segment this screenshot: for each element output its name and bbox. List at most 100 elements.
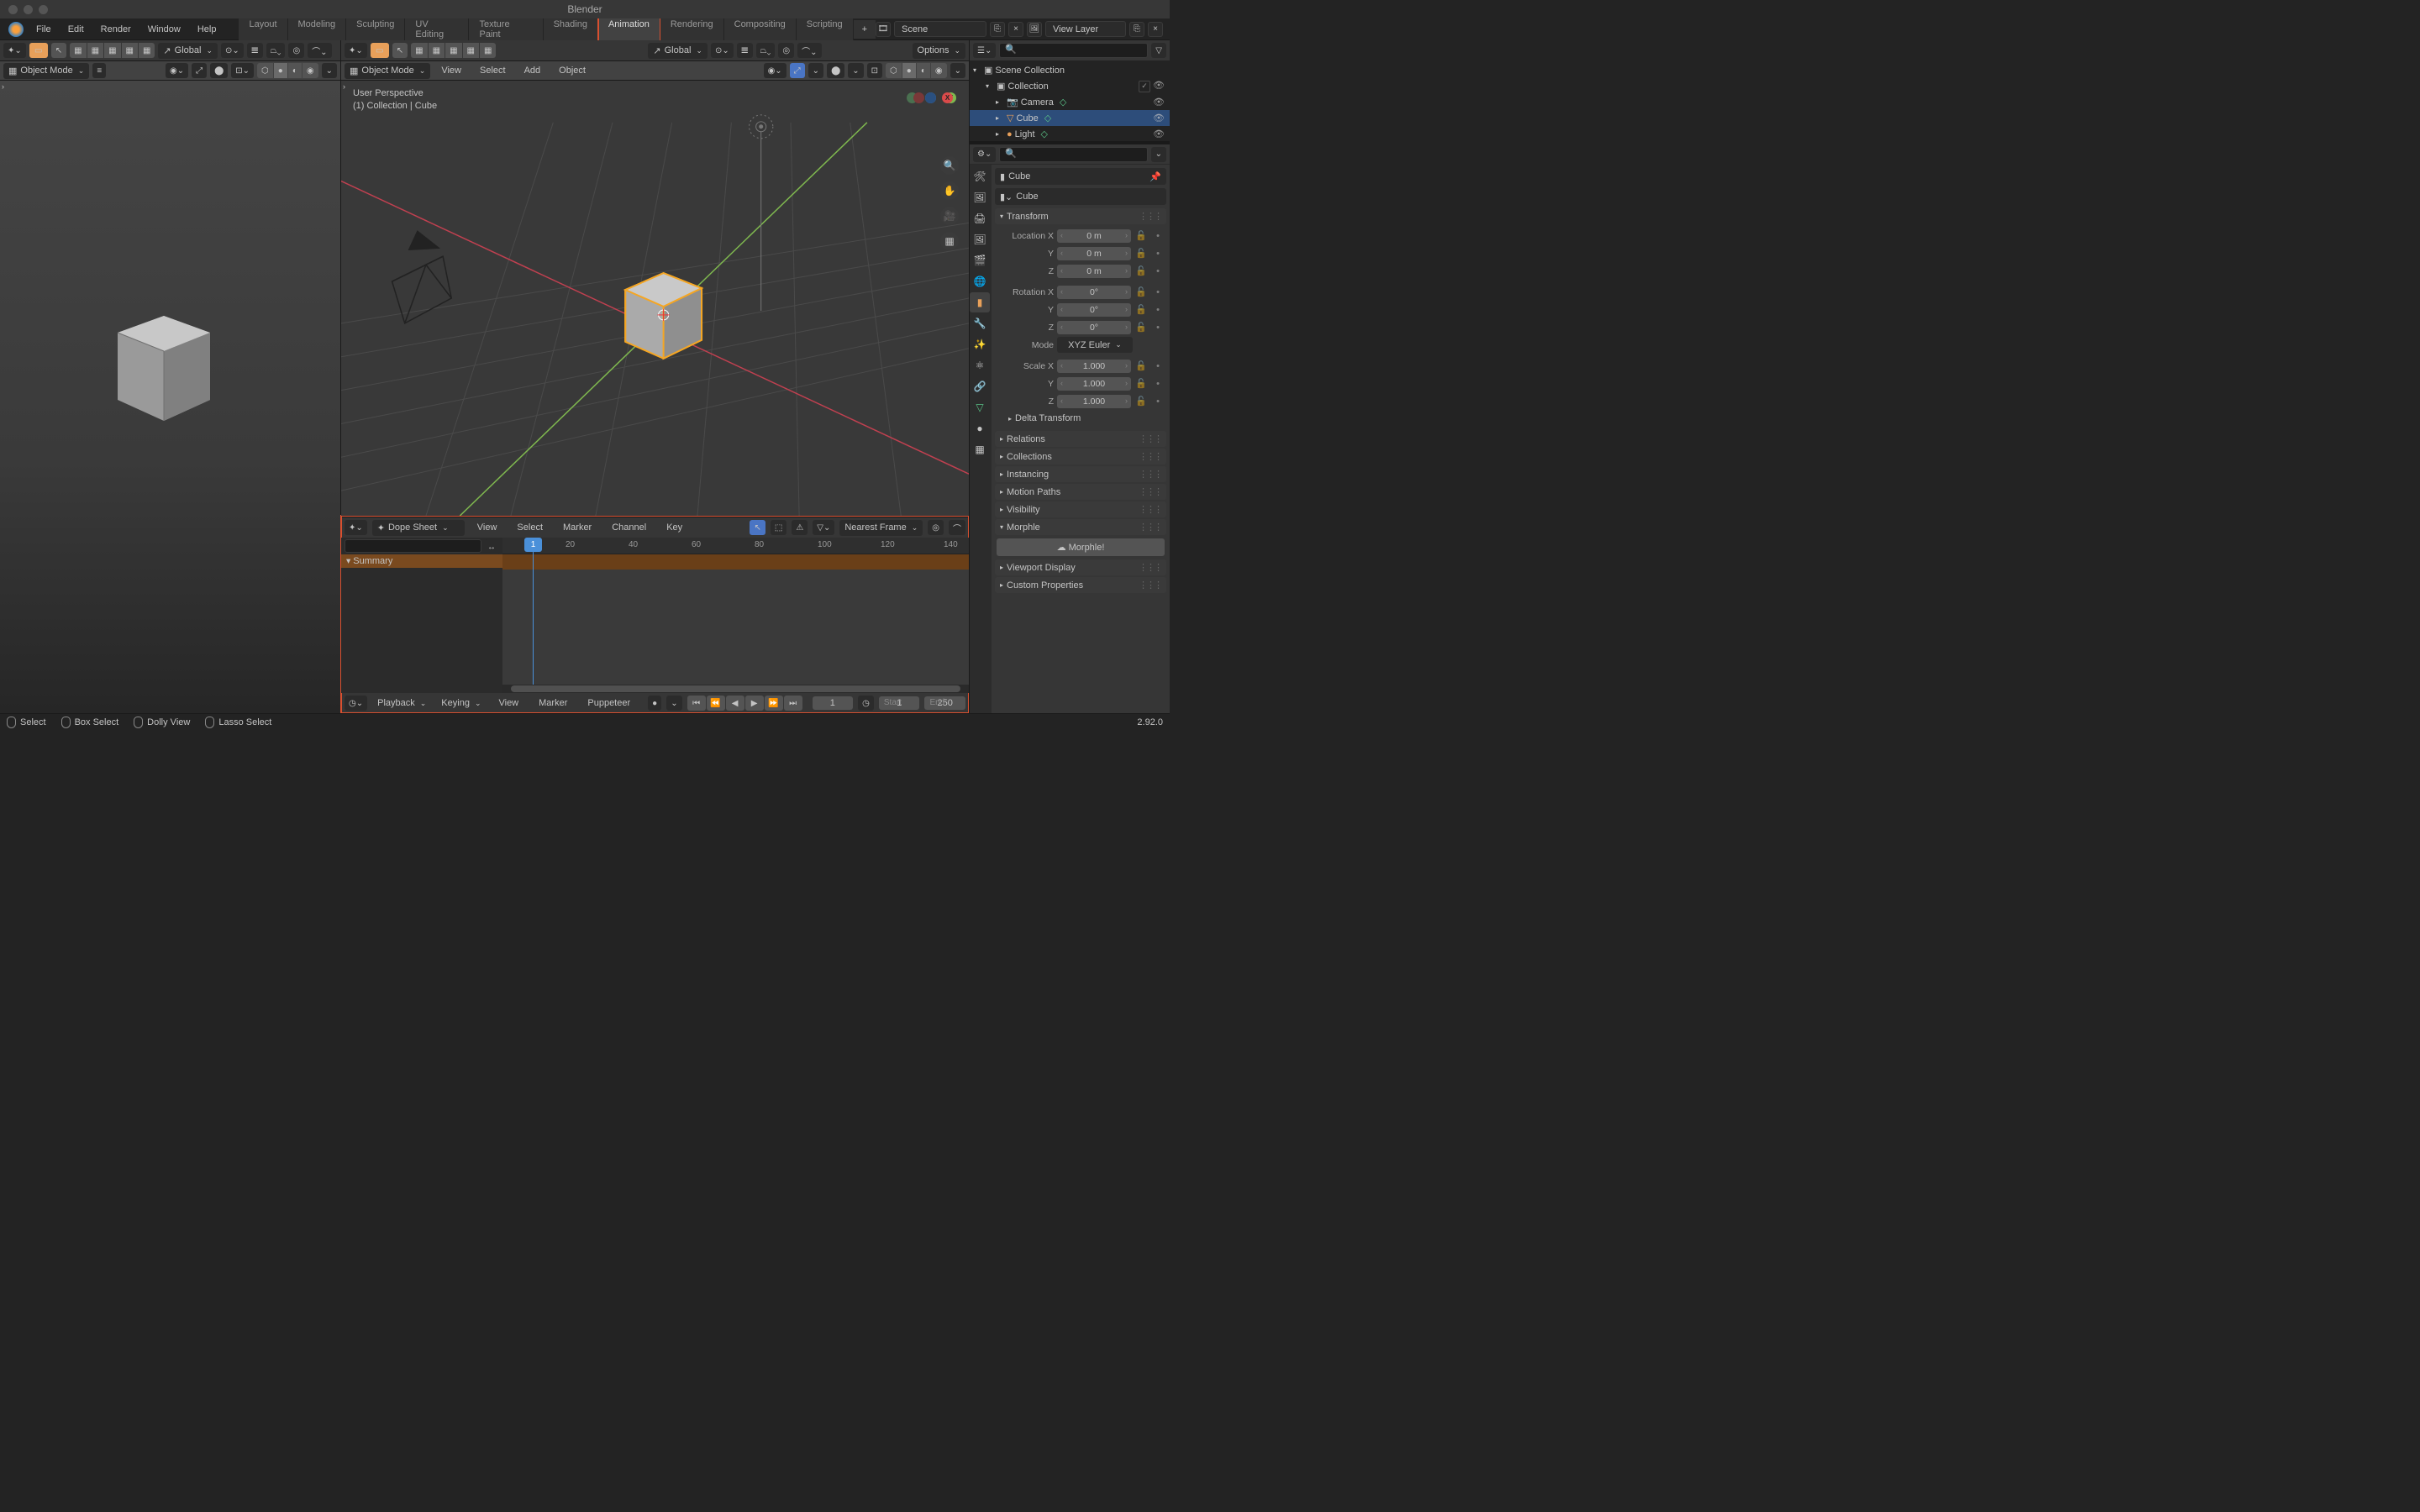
menu-render[interactable]: Render xyxy=(93,21,139,38)
keyframe-next-icon[interactable]: ⏩ xyxy=(765,696,783,711)
playhead[interactable]: 1 xyxy=(533,538,534,693)
play-reverse-icon[interactable]: ◀ xyxy=(726,696,744,711)
perspective-icon[interactable]: ▦ xyxy=(940,232,959,250)
select-tool-icon[interactable]: ▭ xyxy=(29,43,48,58)
tab-modifiers-icon[interactable]: 🔧 xyxy=(970,313,990,333)
outliner-search-input[interactable]: 🔍 xyxy=(999,43,1148,58)
view-icon-d[interactable]: ⊡⌄ xyxy=(231,63,254,78)
ds-editor-icon[interactable]: ✦⌄ xyxy=(345,520,367,535)
keying-menu[interactable]: Keying xyxy=(436,696,486,711)
overlay-options-icon[interactable]: ⌄ xyxy=(848,63,863,78)
autokey-icon[interactable]: ● xyxy=(648,696,661,711)
editor-type-main-icon[interactable]: ✦⌄ xyxy=(345,43,367,58)
scale-x-field[interactable]: 1.000 xyxy=(1057,360,1131,373)
current-frame-field[interactable]: 1 xyxy=(813,696,854,710)
snap-toggle-main-icon[interactable]: 𝌆 xyxy=(737,43,753,58)
snap-c-icon[interactable]: ▦ xyxy=(104,43,120,58)
rotation-z-field[interactable]: 0° xyxy=(1057,321,1131,334)
tab-texture-icon[interactable]: ▦ xyxy=(970,439,990,459)
outliner-filter-icon[interactable]: ▽ xyxy=(1151,43,1166,58)
m-snap-a-icon[interactable]: ▦ xyxy=(411,43,427,58)
view-icon-b[interactable]: ⤢ xyxy=(192,63,207,78)
timer-icon[interactable]: ◷ xyxy=(858,696,874,711)
main-viewport[interactable]: › xyxy=(341,81,969,516)
add-menu[interactable]: Add xyxy=(517,62,549,79)
select-tool-main-icon[interactable]: ▭ xyxy=(371,43,389,58)
m-snap-e-icon[interactable]: ▦ xyxy=(480,43,496,58)
proportional-falloff-main-icon[interactable]: ⌒⌄ xyxy=(797,43,821,58)
workspace-tab-modeling[interactable]: Modeling xyxy=(288,15,347,44)
tab-output-icon[interactable]: 🖨 xyxy=(970,208,990,228)
timeline-scrollbar[interactable] xyxy=(502,685,969,693)
proportional-icon[interactable]: ◎ xyxy=(288,43,304,58)
workspace-tab-compositing[interactable]: Compositing xyxy=(724,15,797,44)
max-dot[interactable] xyxy=(39,5,48,14)
ds-prop-falloff-icon[interactable]: ⌒ xyxy=(949,520,965,535)
close-dot[interactable] xyxy=(8,5,18,14)
scale-z-field[interactable]: 1.000 xyxy=(1057,395,1131,408)
start-frame-field[interactable]: Start1 xyxy=(879,696,920,710)
orientation-dropdown[interactable]: ↗ Global xyxy=(158,43,218,59)
tab-physics-icon[interactable]: ⚛ xyxy=(970,355,990,375)
pivot-icon[interactable]: ⊙⌄ xyxy=(221,43,244,58)
tree-row-cube[interactable]: ▸▽ Cube◇👁 xyxy=(970,110,1170,126)
keyframe-dot-icon[interactable]: • xyxy=(1151,229,1165,243)
menu-file[interactable]: File xyxy=(29,21,59,38)
m-shading-wire-icon[interactable]: ⬡ xyxy=(886,63,902,78)
workspace-tab-shading[interactable]: Shading xyxy=(544,15,598,44)
jump-end-icon[interactable]: ⏭ xyxy=(784,696,802,711)
ds-select-menu[interactable]: Select xyxy=(509,519,550,536)
ds-footer-editor-icon[interactable]: ◷⌄ xyxy=(345,696,367,711)
mode-dropdown-main[interactable]: ▦ Object Mode xyxy=(345,63,430,79)
tab-particles-icon[interactable]: ✨ xyxy=(970,334,990,354)
snap-dropdown[interactable]: Nearest Frame xyxy=(839,520,923,536)
panel-custom-properties[interactable]: Custom Properties⋮⋮⋮ xyxy=(995,577,1166,593)
panel-collections[interactable]: Collections⋮⋮⋮ xyxy=(995,449,1166,465)
shading-options-icon[interactable]: ⌄ xyxy=(322,63,337,78)
panel-visibility[interactable]: Visibility⋮⋮⋮ xyxy=(995,501,1166,517)
menu-help[interactable]: Help xyxy=(190,21,224,38)
view-menu[interactable]: View xyxy=(434,62,469,79)
location-x-field[interactable]: 0 m xyxy=(1057,229,1131,243)
viewlayer-delete-icon[interactable]: × xyxy=(1148,22,1163,37)
panel-motion-paths[interactable]: Motion Paths⋮⋮⋮ xyxy=(995,484,1166,500)
autokey-opts-icon[interactable]: ⌄ xyxy=(666,696,681,711)
snap-toggle-icon[interactable]: 𝌆 xyxy=(247,43,263,58)
snap-e-icon[interactable]: ▦ xyxy=(139,43,155,58)
pan-icon[interactable]: ✋ xyxy=(940,181,959,200)
playback-menu[interactable]: Playback xyxy=(372,696,431,711)
delta-transform-header[interactable]: Delta Transform xyxy=(997,411,1165,426)
ds-filter-icon[interactable]: ▽⌄ xyxy=(813,520,834,535)
m-shading-solid-icon[interactable]: ● xyxy=(902,63,916,78)
expand-handle-icon[interactable]: › xyxy=(0,81,6,92)
tree-row-collection[interactable]: ▾▣ Collection ✓ 👁 xyxy=(970,78,1170,94)
add-workspace-button[interactable]: + xyxy=(854,20,876,39)
tab-data-icon[interactable]: ▽ xyxy=(970,397,990,417)
min-dot[interactable] xyxy=(24,5,33,14)
data-crumb[interactable]: ▮⌄ Cube xyxy=(995,188,1166,205)
workspace-tab-scripting[interactable]: Scripting xyxy=(797,15,854,44)
hamburger-icon[interactable]: ≡ xyxy=(92,63,106,78)
shading-render-icon[interactable]: ◉ xyxy=(302,63,318,78)
dopesheet-timeline[interactable]: 20406080100120140160180200220240 1 xyxy=(502,538,969,693)
ds-key-menu[interactable]: Key xyxy=(659,519,690,536)
location-z-field[interactable]: 0 m xyxy=(1057,265,1131,278)
visibility-icon[interactable]: ◉⌄ xyxy=(764,63,786,78)
tree-row-scene-collection[interactable]: ▾▣ Scene Collection xyxy=(970,62,1170,78)
tab-world-icon[interactable]: 🌐 xyxy=(970,271,990,291)
shading-solid-icon[interactable]: ● xyxy=(274,63,287,78)
transform-panel-header[interactable]: Transform⋮⋮⋮ xyxy=(995,208,1166,224)
location-y-field[interactable]: 0 m xyxy=(1057,247,1131,260)
ds-cursor-icon[interactable]: ↖ xyxy=(750,520,765,535)
proportional-main-icon[interactable]: ◎ xyxy=(778,43,794,58)
orientation-gizmo[interactable]: Z Y X xyxy=(905,92,957,144)
morphle-panel-header[interactable]: Morphle⋮⋮⋮ xyxy=(995,519,1166,535)
scene-name-field[interactable]: Scene xyxy=(894,21,986,37)
menu-window[interactable]: Window xyxy=(140,21,188,38)
view-icon-c[interactable]: ⬤ xyxy=(210,63,228,78)
shading-wire-icon[interactable]: ⬡ xyxy=(257,63,273,78)
menu-edit[interactable]: Edit xyxy=(60,21,92,38)
tab-constraints-icon[interactable]: 🔗 xyxy=(970,376,990,396)
ds-f-marker[interactable]: Marker xyxy=(531,695,575,711)
outliner-editor-icon[interactable]: ☰⌄ xyxy=(973,43,996,58)
